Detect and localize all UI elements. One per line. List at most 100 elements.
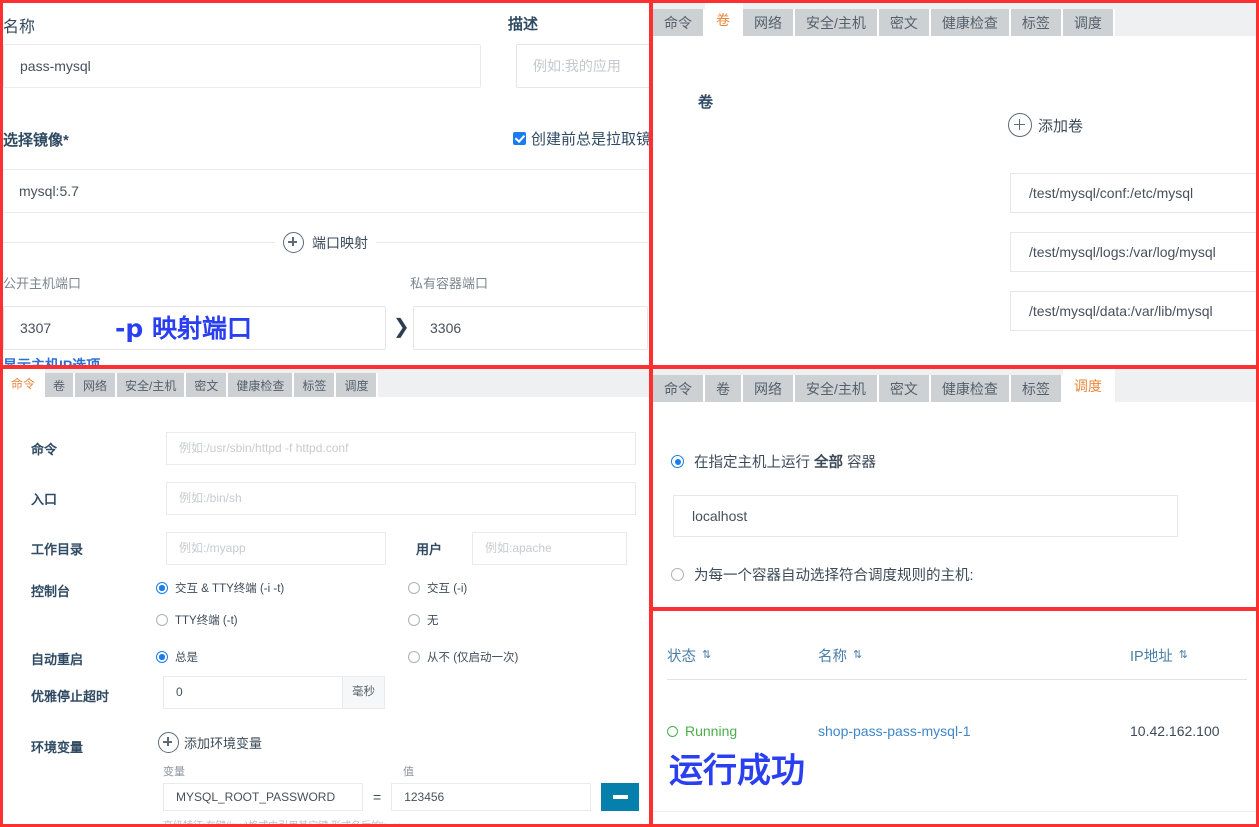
remove-env-button[interactable] — [601, 783, 640, 811]
radio-icon[interactable] — [408, 582, 420, 594]
stop-timeout-label: 优雅停止超时 — [31, 689, 110, 704]
table-bottom-divider — [653, 811, 1256, 812]
workdir-input[interactable]: 例如:/myapp — [166, 532, 386, 565]
radio-selected-icon[interactable] — [671, 455, 684, 468]
tab-密文[interactable]: 密文 — [878, 9, 931, 36]
user-input[interactable]: 例如:apache — [472, 532, 627, 565]
tab-命令[interactable]: 命令 — [653, 9, 705, 36]
stop-timeout-unit: 毫秒 — [343, 676, 385, 709]
tab-网络[interactable]: 网络 — [743, 375, 795, 402]
checkbox-checked-icon[interactable] — [513, 132, 526, 145]
tabbar-filler — [1114, 375, 1256, 402]
env-value-input-0[interactable]: 123456 — [391, 783, 592, 811]
tab-命令[interactable]: 命令 — [653, 375, 705, 402]
tab-安全/主机[interactable]: 安全/主机 — [795, 375, 879, 402]
schedule-option-specific[interactable]: 在指定主机上运行 全部 容器 — [671, 451, 876, 472]
container-port-input[interactable]: 3306 — [413, 306, 648, 350]
tab-网络[interactable]: 网络 — [75, 373, 118, 397]
workdir-user-row: 工作目录 例如:/myapp 用户 例如:apache — [31, 532, 641, 565]
restart-option-1[interactable]: 从不 (仅启动一次) — [408, 649, 518, 665]
tab-卷[interactable]: 卷 — [45, 373, 76, 397]
add-volume-button[interactable]: 添加卷 — [1008, 113, 1083, 137]
volumes-tabbar[interactable]: 命令卷网络 安全/主机 密文 健康检查 标签 调度 — [653, 3, 1256, 36]
tab-调度[interactable]: 调度 — [336, 373, 379, 397]
name-input[interactable]: pass-mysql — [3, 44, 481, 88]
tab-安全/主机[interactable]: 安全/主机 — [795, 9, 879, 36]
console-option-0[interactable]: 交互 & TTY终端 (-i -t) — [156, 580, 284, 596]
scheduling-panel: 命令卷网络 安全/主机 密文 健康检查 标签 调度 在指定主机上运行 全部 容器 loca… — [650, 366, 1259, 610]
schedule-option-specific-label: 在指定主机上运行 全部 容器 — [694, 451, 876, 472]
volume-input-0[interactable]: /test/mysql/conf:/etc/mysql — [1010, 173, 1256, 213]
radio-selected-icon[interactable] — [156, 651, 168, 663]
entry-row: 入口 例如:/bin/sh — [31, 482, 641, 515]
sort-icon[interactable]: ⇅ — [702, 650, 711, 661]
success-annotation: 运行成功 — [669, 751, 805, 791]
console-option-2[interactable]: TTY终端 (-t) — [156, 612, 238, 628]
stop-timeout-input[interactable]: 0 — [163, 676, 343, 709]
tab-标签[interactable]: 标签 — [294, 373, 337, 397]
entry-input[interactable]: 例如:/bin/sh — [166, 482, 636, 515]
col-header-status[interactable]: 状态 ⇅ — [667, 645, 711, 666]
option-prefix: 在指定主机上运行 — [694, 455, 815, 471]
col-header-ip[interactable]: IP地址 ⇅ — [1130, 645, 1188, 666]
radio-icon[interactable] — [408, 651, 420, 663]
tab-卷[interactable]: 卷 — [705, 3, 743, 36]
workdir-label: 工作目录 — [31, 542, 84, 557]
user-label: 用户 — [416, 542, 443, 557]
row-ip: 10.42.162.100 — [1130, 723, 1220, 739]
host-select[interactable]: localhost — [673, 495, 1178, 537]
tab-网络[interactable]: 网络 — [743, 9, 795, 36]
tab-健康检查[interactable]: 健康检查 — [228, 373, 295, 397]
add-env-button[interactable]: 添加环境变量 — [158, 732, 262, 753]
table-header-divider — [667, 679, 1247, 680]
env-col-value: 值 — [403, 766, 414, 778]
plus-icon — [158, 732, 179, 753]
sort-icon[interactable]: ⇅ — [853, 650, 862, 661]
entry-label: 入口 — [31, 492, 58, 507]
always-pull-checkbox-row[interactable]: 创建前总是拉取镜像 — [513, 128, 649, 149]
volume-input-2[interactable]: /test/mysql/data:/var/lib/mysql — [1010, 291, 1256, 331]
col-header-name[interactable]: 名称 ⇅ — [818, 645, 862, 666]
description-input[interactable]: 例如:我的应用 — [516, 44, 649, 88]
tab-健康检查[interactable]: 健康检查 — [930, 375, 1011, 402]
tab-安全/主机[interactable]: 安全/主机 — [117, 373, 187, 397]
sort-icon[interactable]: ⇅ — [1179, 650, 1188, 661]
command-input[interactable]: 例如:/usr/sbin/httpd -f httpd.conf — [166, 432, 636, 465]
description-label: 描述 — [508, 16, 539, 33]
scheduling-tabbar[interactable]: 命令卷网络 安全/主机 密文 健康检查 标签 调度 — [653, 369, 1256, 402]
console-label: 控制台 — [31, 584, 71, 599]
console-option-1-label: 交互 (-i) — [427, 583, 468, 595]
tab-调度[interactable]: 调度 — [1062, 369, 1115, 402]
tab-卷[interactable]: 卷 — [705, 375, 743, 402]
env-key-input-0[interactable]: MYSQL_ROOT_PASSWORD — [163, 783, 363, 811]
env-col-key: 变量 — [163, 766, 185, 778]
radio-icon[interactable] — [156, 614, 168, 626]
plus-icon[interactable] — [283, 232, 304, 253]
divider-right — [376, 242, 648, 243]
env-hint: 高级特征:在键(k=v)格式中引用其它键,形式名后的k...v... — [163, 821, 407, 827]
row-name[interactable]: shop-pass-pass-mysql-1 — [818, 723, 971, 739]
tab-健康检查[interactable]: 健康检查 — [930, 9, 1011, 36]
table-row[interactable]: Running — [667, 723, 737, 739]
tab-调度[interactable]: 调度 — [1062, 9, 1115, 36]
console-option-1[interactable]: 交互 (-i) — [408, 580, 467, 596]
tab-密文[interactable]: 密文 — [878, 375, 931, 402]
tab-命令[interactable]: 命令 — [3, 369, 46, 397]
schedule-option-auto[interactable]: 为每一个容器自动选择符合调度规则的主机: — [671, 564, 974, 585]
port-annotation: -p 映射端口 — [115, 314, 252, 343]
console-option-3[interactable]: 无 — [408, 612, 439, 628]
tab-标签[interactable]: 标签 — [1010, 375, 1063, 402]
radio-icon[interactable] — [671, 568, 684, 581]
image-label: 选择镜像* — [3, 132, 69, 149]
volumes-title: 卷 — [698, 94, 714, 111]
tabbar-filler — [378, 373, 649, 397]
command-tabbar[interactable]: 命令卷网络 安全/主机 密文 健康检查 标签 调度 — [3, 369, 649, 397]
tab-密文[interactable]: 密文 — [186, 373, 229, 397]
tab-标签[interactable]: 标签 — [1010, 9, 1063, 36]
radio-icon[interactable] — [408, 614, 420, 626]
radio-selected-icon[interactable] — [156, 582, 168, 594]
stop-timeout-group: 0 毫秒 — [163, 676, 385, 709]
image-input[interactable]: mysql:5.7 — [3, 169, 648, 213]
volume-input-1[interactable]: /test/mysql/logs:/var/log/mysql — [1010, 232, 1256, 272]
restart-option-0[interactable]: 总是 — [156, 649, 198, 665]
